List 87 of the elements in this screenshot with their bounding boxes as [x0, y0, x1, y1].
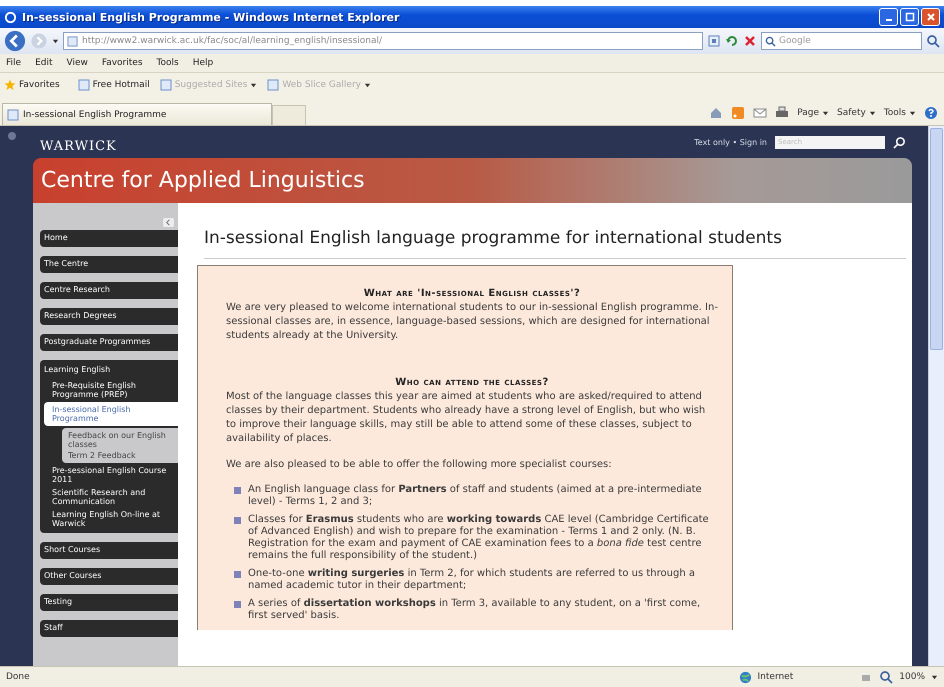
- nav-item[interactable]: Other Courses: [40, 568, 178, 585]
- bullet-icon: [234, 571, 241, 578]
- menu-item[interactable]: Favorites: [102, 58, 143, 68]
- printer-icon[interactable]: [775, 106, 790, 120]
- utility-links[interactable]: Text only • Sign in: [694, 138, 767, 146]
- paragraph: Most of the language classes this year are aimed at students who are asked/required to attend classes by their department. Students who already have a strong level of English, but who wish to improve their language skills, may still be able to attend some of these classes, subject to availability of places.: [226, 390, 706, 446]
- search-icon[interactable]: [926, 34, 940, 48]
- search-icon: [765, 36, 776, 46]
- caret-icon: [364, 82, 371, 88]
- caret-icon: [822, 110, 830, 116]
- menu-item[interactable]: Tools: [156, 58, 179, 68]
- home-icon[interactable]: [709, 106, 724, 120]
- maximize-button[interactable]: [900, 8, 919, 26]
- bullet-icon: [234, 487, 241, 494]
- minimize-button[interactable]: [879, 8, 898, 26]
- zoom-icon: [879, 670, 894, 684]
- star-icon: [4, 79, 16, 91]
- favorites-bar-item[interactable]: Favorites: [4, 79, 60, 91]
- paragraph: We are also pleased to be able to offer the following more specialist courses:: [226, 458, 613, 472]
- caret-icon: [250, 82, 258, 88]
- browser-logo-icon: [4, 10, 17, 24]
- nav-item[interactable]: Learning English On-line at Warwick: [40, 509, 178, 529]
- collapse-icon[interactable]: [163, 218, 174, 227]
- close-button[interactable]: [921, 8, 940, 26]
- nav-item[interactable]: Testing: [40, 594, 178, 611]
- nav-item[interactable]: Scientific Research and Communication: [40, 487, 178, 507]
- maximize-icon: [904, 12, 914, 22]
- security-zone: Internet: [758, 672, 794, 682]
- page-title: In-sessional English language programme for international students: [204, 228, 906, 259]
- site-logo[interactable]: WARWICK: [40, 138, 117, 154]
- page-icon: [160, 79, 172, 91]
- menu-item[interactable]: Edit: [35, 58, 52, 68]
- nav-item[interactable]: Centre Research: [40, 282, 178, 299]
- command-button[interactable]: Safety: [837, 108, 876, 118]
- bullet-icon: [234, 601, 241, 608]
- globe-icon: [738, 670, 752, 684]
- nav-item[interactable]: In-sessional English Programme: [44, 402, 178, 426]
- list-item: One-to-one writing surgeries in Term 2, for which students are referred to us through a named academic tutor in their department;: [248, 568, 696, 592]
- bullet-icon: [234, 517, 241, 524]
- list-item: Classes for Erasmus students who are working towards CAE level (Cambridge Certificate of Advanced English) and wish to prepare for the examination - Terms 1 and 2 only. (N. B. Registration for the exam and payment of CAE examination fees to a bona fide test centre remains the full responsibility of the student.): [248, 514, 710, 562]
- nav-item[interactable]: Feedback on our English classes: [62, 431, 178, 449]
- menu-item[interactable]: View: [66, 58, 88, 68]
- page-icon: [7, 108, 19, 120]
- page-icon: [78, 79, 90, 91]
- page-icon: [267, 79, 280, 91]
- browser-tab[interactable]: In-sessional English Programme: [2, 103, 272, 125]
- dropdown-icon[interactable]: [931, 674, 938, 680]
- command-button[interactable]: Page: [797, 108, 830, 118]
- nav-item[interactable]: Short Courses: [40, 542, 178, 559]
- nav-item[interactable]: Research Degrees: [40, 308, 178, 325]
- caret-icon: [909, 110, 916, 116]
- list-item: A series of dissertation workshops in Term 3, available to any student, on a 'first come, first served' basis.: [248, 598, 702, 622]
- status-text: Done: [6, 672, 30, 682]
- department-title[interactable]: Centre for Applied Linguistics: [41, 168, 365, 193]
- close-icon: [926, 12, 936, 22]
- section-heading: What are 'In-sessional English classes'?: [362, 288, 582, 299]
- back-button[interactable]: [4, 30, 26, 52]
- nav-item[interactable]: Postgraduate Programmes: [40, 334, 178, 351]
- paragraph: We are very pleased to welcome international students to our in-sessional English programme. In-sessional classes are, in essence, language-based sessions, which are designed for international students already at the University.: [226, 301, 718, 343]
- list-item: An English language class for Partners of staff and students (aimed at a pre-intermediate level) - Terms 1, 2 and 3;: [248, 484, 703, 508]
- nav-item[interactable]: Pre-sessional English Course 2011: [40, 465, 178, 485]
- section-heading: Who can attend the classes?: [394, 377, 550, 388]
- page-icon: [67, 36, 78, 46]
- mail-icon[interactable]: [753, 106, 768, 120]
- nav-item[interactable]: Staff: [40, 620, 178, 637]
- window-title: In-sessional English Programme - Windows Internet Explorer: [22, 10, 400, 24]
- command-button[interactable]: Tools: [884, 108, 916, 118]
- nav-item[interactable]: Pre-Requisite English Programme (PREP): [40, 380, 178, 400]
- dropdown-icon[interactable]: [52, 38, 59, 44]
- caret-icon: [868, 110, 876, 116]
- address-field[interactable]: http://www2.warwick.ac.uk/fac/soc/al/learning_english/insessional/: [63, 32, 703, 50]
- minimize-icon: [886, 19, 892, 21]
- nav-item[interactable]: The Centre: [40, 256, 178, 273]
- zoom-level[interactable]: 100%: [899, 672, 925, 682]
- nav-item[interactable]: Term 2 Feedback: [62, 451, 178, 460]
- favorites-bar-item[interactable]: Free Hotmail: [78, 79, 150, 91]
- stop-icon[interactable]: [743, 34, 757, 48]
- scrollbar[interactable]: [928, 126, 944, 666]
- feed-icon[interactable]: [731, 106, 746, 120]
- compatibility-icon[interactable]: [707, 34, 721, 48]
- search-icon[interactable]: [893, 136, 906, 148]
- nav-item[interactable]: Home: [40, 230, 178, 247]
- menu-item[interactable]: Help: [192, 58, 214, 68]
- menu-item[interactable]: File: [6, 58, 22, 68]
- help-icon[interactable]: [924, 106, 938, 120]
- crest-icon: [7, 131, 17, 141]
- refresh-icon[interactable]: [725, 34, 739, 48]
